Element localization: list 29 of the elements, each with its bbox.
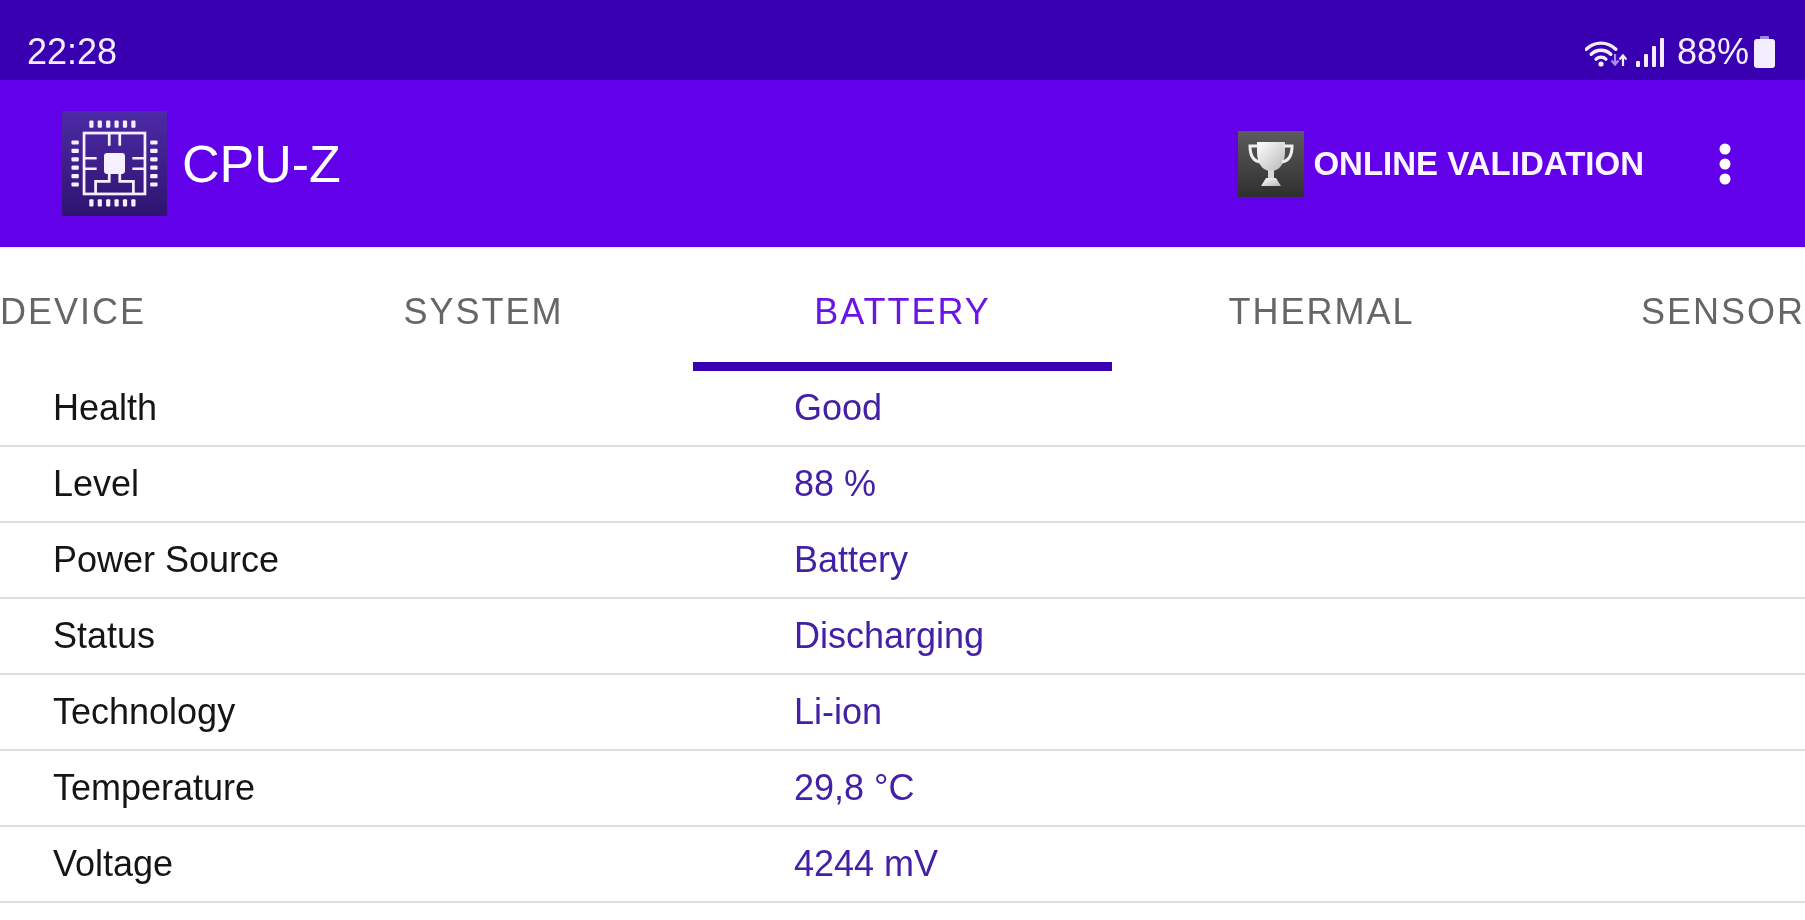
tab[interactable]: BATTERY <box>693 248 1112 371</box>
property-label: Temperature <box>53 767 256 809</box>
property-label: Health <box>53 387 158 429</box>
tab[interactable]: DEVICE <box>0 248 274 371</box>
online-validation-button[interactable]: ONLINE VALIDATION <box>1238 130 1644 197</box>
more-options-button[interactable] <box>1719 142 1731 185</box>
chip-icon <box>62 111 167 216</box>
property-label: Technology <box>53 691 236 733</box>
signal-icon <box>1634 37 1665 67</box>
property-label: Voltage <box>53 843 174 885</box>
property-value: Good <box>794 387 883 429</box>
tab[interactable]: SYSTEM <box>274 248 693 371</box>
property-value: Battery <box>794 539 909 581</box>
more-vertical-icon <box>1719 142 1731 185</box>
property-value: 4244 mV <box>794 843 939 885</box>
property-value: 88 % <box>794 463 877 505</box>
status-time: 22:28 <box>27 31 118 73</box>
property-value: 29,8 °C <box>794 767 915 809</box>
battery-percent: 88% <box>1676 31 1749 73</box>
trophy-icon <box>1238 130 1305 197</box>
tab[interactable]: SENSOR <box>1531 248 1805 371</box>
tab[interactable]: THERMAL <box>1112 248 1531 371</box>
property-label: Status <box>53 615 156 657</box>
battery-icon <box>1754 36 1775 68</box>
property-label: Power Source <box>53 539 280 581</box>
property-value: Li-ion <box>794 691 883 733</box>
property-value: Discharging <box>794 615 985 657</box>
app-title: CPU-Z <box>182 133 341 194</box>
property-label: Level <box>53 463 140 505</box>
